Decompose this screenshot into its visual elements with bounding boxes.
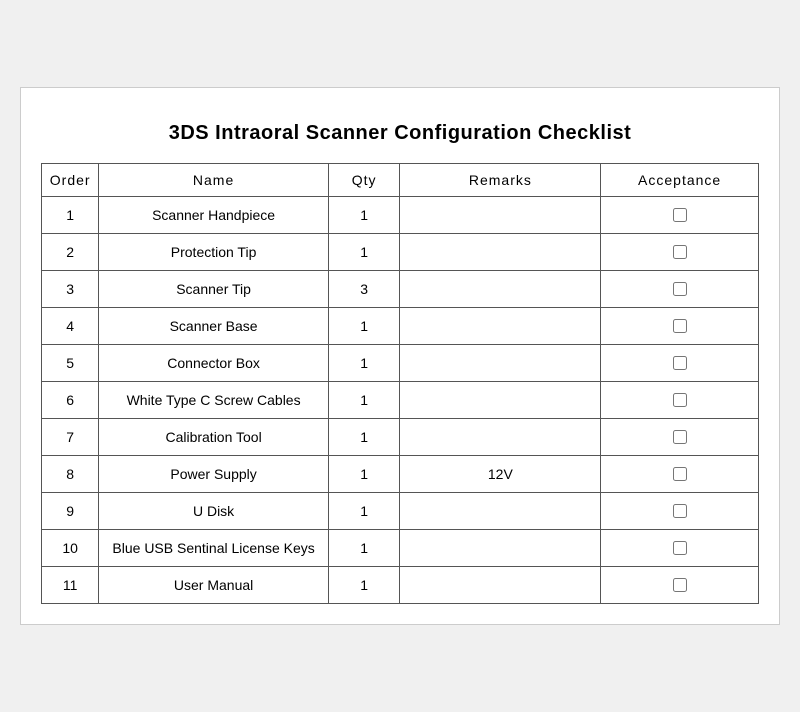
- cell-acceptance[interactable]: [601, 493, 759, 530]
- cell-name: Scanner Tip: [99, 271, 328, 308]
- acceptance-checkbox[interactable]: [673, 578, 687, 592]
- cell-name: Calibration Tool: [99, 419, 328, 456]
- table-row: 5Connector Box1: [42, 345, 759, 382]
- table-row: 9U Disk1: [42, 493, 759, 530]
- cell-name: White Type C Screw Cables: [99, 382, 328, 419]
- cell-name: Power Supply: [99, 456, 328, 493]
- cell-acceptance[interactable]: [601, 530, 759, 567]
- cell-order: 11: [42, 567, 99, 604]
- table-row: 8Power Supply112V: [42, 456, 759, 493]
- acceptance-checkbox[interactable]: [673, 393, 687, 407]
- acceptance-checkbox[interactable]: [673, 282, 687, 296]
- acceptance-checkbox[interactable]: [673, 430, 687, 444]
- cell-order: 9: [42, 493, 99, 530]
- cell-name: Scanner Handpiece: [99, 197, 328, 234]
- cell-remarks: [400, 567, 601, 604]
- table-row: 4Scanner Base1: [42, 308, 759, 345]
- cell-acceptance[interactable]: [601, 382, 759, 419]
- acceptance-checkbox[interactable]: [673, 541, 687, 555]
- cell-acceptance[interactable]: [601, 456, 759, 493]
- cell-qty: 3: [328, 271, 400, 308]
- checklist-table: Order Name Qty Remarks Acceptance 1Scann…: [41, 163, 759, 604]
- table-row: 6White Type C Screw Cables1: [42, 382, 759, 419]
- table-row: 10Blue USB Sentinal License Keys1: [42, 530, 759, 567]
- cell-name: Connector Box: [99, 345, 328, 382]
- table-row: 2Protection Tip1: [42, 234, 759, 271]
- cell-order: 8: [42, 456, 99, 493]
- cell-order: 6: [42, 382, 99, 419]
- table-row: 7Calibration Tool1: [42, 419, 759, 456]
- cell-qty: 1: [328, 419, 400, 456]
- acceptance-checkbox[interactable]: [673, 504, 687, 518]
- cell-qty: 1: [328, 345, 400, 382]
- cell-remarks: [400, 197, 601, 234]
- page-title: 3DS Intraoral Scanner Configuration Chec…: [41, 108, 759, 163]
- cell-qty: 1: [328, 493, 400, 530]
- acceptance-checkbox[interactable]: [673, 467, 687, 481]
- table-row: 11User Manual1: [42, 567, 759, 604]
- cell-order: 7: [42, 419, 99, 456]
- cell-qty: 1: [328, 308, 400, 345]
- table-row: 3Scanner Tip3: [42, 271, 759, 308]
- cell-qty: 1: [328, 530, 400, 567]
- cell-remarks: [400, 382, 601, 419]
- acceptance-checkbox[interactable]: [673, 245, 687, 259]
- cell-name: Protection Tip: [99, 234, 328, 271]
- acceptance-checkbox[interactable]: [673, 208, 687, 222]
- cell-qty: 1: [328, 197, 400, 234]
- acceptance-checkbox[interactable]: [673, 356, 687, 370]
- cell-order: 2: [42, 234, 99, 271]
- header-order: Order: [42, 164, 99, 197]
- header-acceptance: Acceptance: [601, 164, 759, 197]
- acceptance-checkbox[interactable]: [673, 319, 687, 333]
- cell-qty: 1: [328, 567, 400, 604]
- cell-acceptance[interactable]: [601, 345, 759, 382]
- cell-remarks: [400, 308, 601, 345]
- cell-remarks: [400, 271, 601, 308]
- cell-name: User Manual: [99, 567, 328, 604]
- cell-acceptance[interactable]: [601, 197, 759, 234]
- table-row: 1Scanner Handpiece1: [42, 197, 759, 234]
- cell-remarks: [400, 419, 601, 456]
- cell-acceptance[interactable]: [601, 567, 759, 604]
- cell-qty: 1: [328, 234, 400, 271]
- cell-order: 1: [42, 197, 99, 234]
- header-remarks: Remarks: [400, 164, 601, 197]
- checklist-container: 3DS Intraoral Scanner Configuration Chec…: [20, 87, 780, 625]
- cell-acceptance[interactable]: [601, 271, 759, 308]
- cell-order: 5: [42, 345, 99, 382]
- cell-order: 10: [42, 530, 99, 567]
- cell-name: U Disk: [99, 493, 328, 530]
- cell-remarks: [400, 234, 601, 271]
- cell-order: 4: [42, 308, 99, 345]
- header-qty: Qty: [328, 164, 400, 197]
- cell-order: 3: [42, 271, 99, 308]
- cell-qty: 1: [328, 456, 400, 493]
- cell-qty: 1: [328, 382, 400, 419]
- cell-name: Blue USB Sentinal License Keys: [99, 530, 328, 567]
- cell-remarks: [400, 530, 601, 567]
- cell-remarks: [400, 345, 601, 382]
- cell-name: Scanner Base: [99, 308, 328, 345]
- cell-acceptance[interactable]: [601, 419, 759, 456]
- cell-acceptance[interactable]: [601, 234, 759, 271]
- cell-acceptance[interactable]: [601, 308, 759, 345]
- cell-remarks: 12V: [400, 456, 601, 493]
- cell-remarks: [400, 493, 601, 530]
- header-name: Name: [99, 164, 328, 197]
